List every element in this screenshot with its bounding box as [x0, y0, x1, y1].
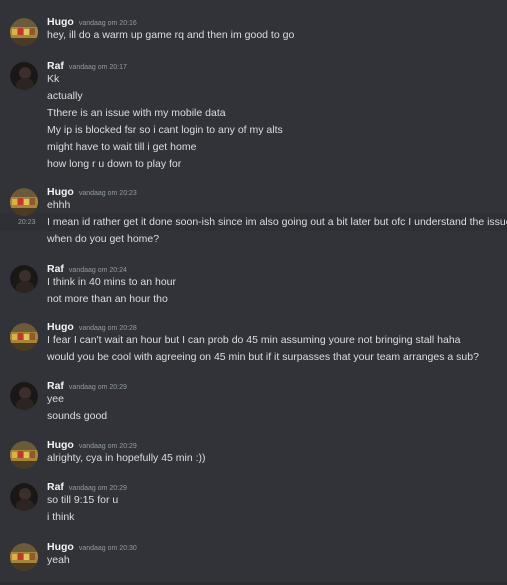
message-header: Hugo vandaag om 20:29 — [47, 437, 137, 451]
message-text: I think in 40 mins to an hour — [47, 276, 176, 288]
message-header: Raf vandaag om 20:29 — [47, 479, 127, 493]
message-header: Hugo vandaag om 20:30 — [47, 539, 137, 553]
message-text: would you be cool with agreeing on 45 mi… — [47, 351, 479, 363]
message-text: sounds good — [47, 410, 108, 422]
timestamp: vandaag om 20:23 — [78, 190, 137, 197]
message-text: how long r u down to play for — [47, 158, 182, 170]
message-text: Kk — [47, 73, 60, 85]
message-header: Hugo vandaag om 20:16 — [47, 14, 137, 28]
message-text: Tthere is an issue with my mobile data — [47, 107, 226, 119]
raf-avatar-icon[interactable] — [10, 62, 38, 90]
message-text: not more than an hour tho — [47, 293, 168, 305]
message-text: i think — [47, 511, 75, 523]
message-text: hey, ill do a warm up game rq and then i… — [47, 29, 295, 41]
raf-avatar-icon[interactable] — [10, 265, 38, 293]
raf-avatar-icon[interactable] — [10, 483, 38, 511]
message-text: so till 9:15 for u — [47, 494, 119, 506]
message-list: Hugo vandaag om 20:16 hey, ill do a warm … — [0, 0, 507, 585]
message-text: My ip is blocked fsr so i cant login to … — [47, 124, 283, 136]
message-text: I mean id rather get it done soon-ish si… — [47, 216, 507, 228]
timestamp: vandaag om 20:29 — [68, 384, 127, 391]
message-text: actually — [47, 90, 83, 102]
hugo-avatar-icon[interactable] — [10, 323, 38, 351]
hugo-avatar-icon[interactable] — [10, 543, 38, 571]
message-text: might have to wait till i get home — [47, 141, 197, 153]
raf-avatar-icon[interactable] — [10, 382, 38, 410]
hugo-avatar-icon[interactable] — [10, 18, 38, 46]
timestamp: vandaag om 20:24 — [68, 267, 127, 274]
message-header: Raf vandaag om 20:24 — [47, 261, 127, 275]
hugo-avatar-icon[interactable] — [10, 188, 38, 216]
message-text: I fear I can't wait an hour but I can pr… — [47, 334, 461, 346]
timestamp: vandaag om 20:29 — [68, 485, 127, 492]
timestamp: vandaag om 20:16 — [78, 20, 137, 27]
message-header: Raf vandaag om 20:17 — [47, 58, 127, 72]
timestamp: vandaag om 20:28 — [78, 325, 137, 332]
message-text: yeah — [47, 554, 70, 566]
message-text: yee — [47, 393, 64, 405]
message-header: Hugo vandaag om 20:28 — [47, 319, 137, 333]
message-header: Hugo vandaag om 20:23 — [47, 184, 137, 198]
timestamp: vandaag om 20:29 — [78, 443, 137, 450]
hover-timestamp: 20:23 — [18, 219, 36, 226]
message-text: ehhh — [47, 199, 71, 211]
timestamp: vandaag om 20:30 — [78, 545, 137, 552]
message-header: Raf vandaag om 20:29 — [47, 378, 127, 392]
hugo-avatar-icon[interactable] — [10, 441, 38, 469]
message-text: when do you get home? — [47, 233, 160, 245]
timestamp: vandaag om 20:17 — [68, 64, 127, 71]
message-text: alrighty, cya in hopefully 45 min :)) — [47, 452, 206, 464]
